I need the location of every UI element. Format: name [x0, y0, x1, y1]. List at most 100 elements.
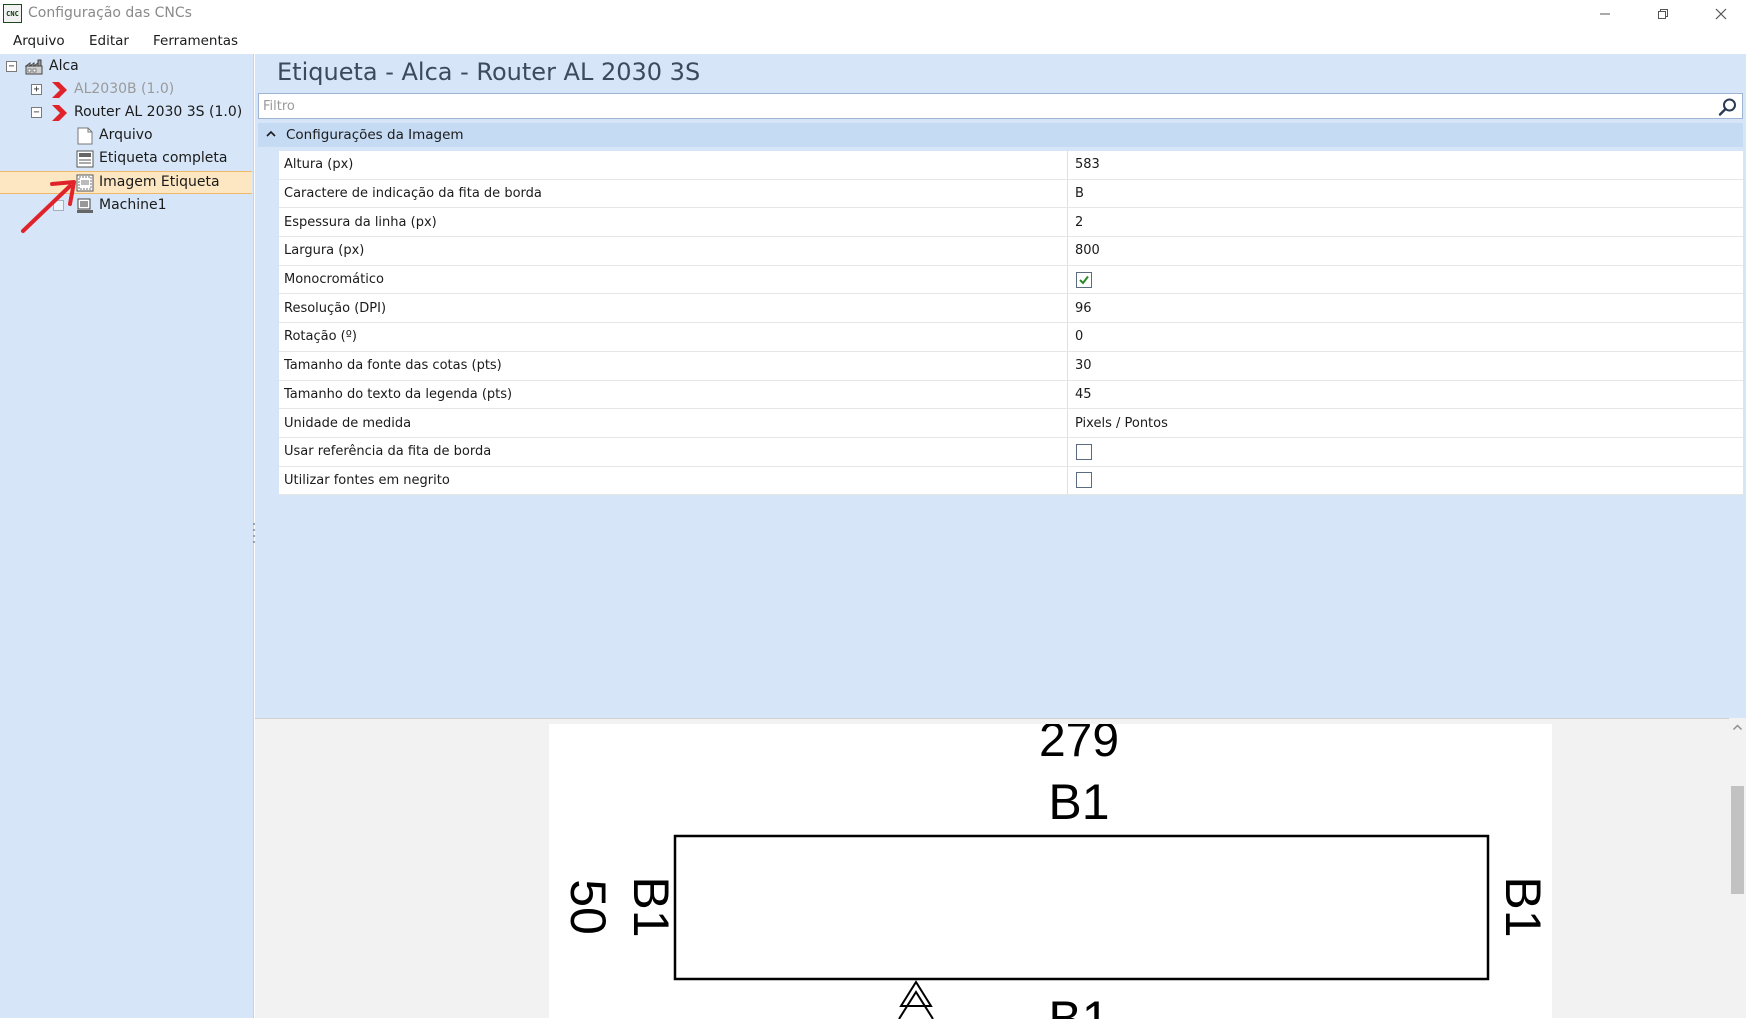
property-name: Usar referência da fita de borda [279, 437, 1068, 466]
label-preview: 279 B1 50 B1 B1 B1 [549, 724, 1552, 1019]
preview-panel: 279 B1 50 B1 B1 B1 [255, 718, 1746, 1019]
scrollbar-thumb[interactable] [1731, 786, 1744, 894]
tree-node-router-al-2030-3s[interactable]: − Router AL 2030 3S (1.0) [0, 102, 252, 124]
factory-icon [25, 59, 43, 75]
property-row[interactable]: Utilizar fontes em negrito [279, 466, 1743, 496]
top-dimension: 279 [1039, 724, 1119, 767]
property-value [1069, 438, 1743, 466]
property-name: Utilizar fontes em negrito [279, 466, 1068, 495]
label-drawing: 279 B1 50 B1 B1 B1 [560, 724, 1551, 1019]
property-row[interactable]: Resolução (DPI) 96 [279, 294, 1743, 324]
menu-ferramentas[interactable]: Ferramentas [153, 33, 238, 49]
expand-icon[interactable]: + [31, 84, 42, 95]
property-name: Rotação (º) [279, 323, 1068, 351]
property-value[interactable]: 583 [1069, 151, 1743, 179]
property-row[interactable]: Caractere de indicação da fita de borda … [279, 179, 1743, 209]
section-header-configuracoes[interactable]: Configurações da Imagem [258, 123, 1743, 147]
property-name: Caractere de indicação da fita de borda [279, 179, 1068, 208]
right-edge-label: B1 [1495, 876, 1551, 937]
minimize-button[interactable] [1576, 0, 1634, 28]
tree-label-alca: Alca [49, 58, 79, 74]
app-cnc-icon: CNC [3, 4, 22, 23]
chevron-up-icon[interactable] [1732, 722, 1743, 733]
property-row[interactable]: Altura (px) 583 [279, 151, 1743, 180]
tree-label-al2030b: AL2030B (1.0) [74, 81, 175, 97]
property-row[interactable]: Largura (px) 800 [279, 237, 1743, 266]
properties-panel: Etiqueta - Alca - Router AL 2030 3S Conf… [255, 54, 1746, 718]
section-label: Configurações da Imagem [286, 127, 464, 143]
monocromatico-checkbox[interactable] [1076, 271, 1092, 288]
property-row[interactable]: Tamanho da fonte das cotas (pts) 30 [279, 351, 1743, 381]
tree-node-arquivo[interactable]: Arquivo [0, 125, 252, 147]
minimize-icon [1600, 13, 1610, 15]
page-title: Etiqueta - Alca - Router AL 2030 3S [277, 58, 701, 86]
tree-node-alca[interactable]: − Alca [0, 56, 252, 78]
property-name: Tamanho da fonte das cotas (pts) [279, 351, 1068, 380]
close-button[interactable] [1692, 0, 1750, 28]
property-row[interactable]: Espessura da linha (px) 2 [279, 208, 1743, 238]
preview-scrollbar[interactable] [1729, 718, 1746, 1018]
annotation-arrow-icon [21, 180, 76, 233]
restore-button[interactable] [1634, 0, 1692, 28]
close-icon [1715, 8, 1727, 20]
menu-editar[interactable]: Editar [89, 33, 129, 49]
tree-label-etiqueta-completa: Etiqueta completa [99, 150, 228, 166]
property-name: Unidade de medida [279, 409, 1068, 437]
property-name: Altura (px) [279, 151, 1068, 179]
property-name: Tamanho do texto da legenda (pts) [279, 380, 1068, 409]
property-value[interactable]: Pixels / Pontos [1069, 409, 1743, 437]
tree-label-imagem-etiqueta: Imagem Etiqueta [99, 174, 220, 190]
label-document-icon [76, 150, 94, 168]
window-border [1746, 0, 1752, 1018]
property-row[interactable]: Tamanho do texto da legenda (pts) 45 [279, 380, 1743, 410]
collapse-icon[interactable]: − [31, 107, 42, 118]
tree-label-machine1: Machine1 [99, 197, 167, 213]
title-bar: CNC Configuração das CNCs [0, 0, 1752, 28]
property-value[interactable]: 30 [1069, 352, 1743, 380]
property-name: Resolução (DPI) [279, 294, 1068, 323]
left-edge-label: B1 [623, 876, 679, 937]
property-row[interactable]: Monocromático [279, 265, 1743, 295]
usar-referencia-checkbox[interactable] [1076, 443, 1092, 460]
tree-node-al2030b[interactable]: + AL2030B (1.0) [0, 79, 252, 101]
property-value [1069, 467, 1743, 495]
property-value[interactable]: 96 [1069, 294, 1743, 322]
router-chevron-icon [52, 82, 67, 98]
property-name: Monocromático [279, 265, 1068, 294]
checkmark-icon [1079, 275, 1089, 285]
chevron-up-icon[interactable] [265, 128, 277, 140]
router-chevron-icon [52, 105, 67, 121]
property-name: Largura (px) [279, 237, 1068, 265]
property-value [1069, 266, 1743, 294]
property-name: Espessura da linha (px) [279, 208, 1068, 237]
property-value[interactable]: 45 [1069, 381, 1743, 409]
restore-icon [1658, 9, 1668, 19]
left-dimension: 50 [560, 879, 616, 935]
property-row[interactable]: Rotação (º) 0 [279, 323, 1743, 352]
property-grid: Altura (px) 583 Caractere de indicação d… [279, 151, 1743, 496]
menu-arquivo[interactable]: Arquivo [13, 33, 65, 49]
search-icon[interactable] [1718, 97, 1738, 117]
property-value[interactable]: B [1069, 180, 1743, 208]
collapse-icon[interactable]: − [6, 61, 17, 72]
fontes-negrito-checkbox[interactable] [1076, 472, 1092, 489]
tree-label-router: Router AL 2030 3S (1.0) [74, 104, 243, 120]
window-title: Configuração das CNCs [28, 5, 192, 21]
tree-panel: − Alca + AL2030B (1.0) − Router AL 2030 … [0, 54, 254, 1018]
filter-input[interactable] [263, 97, 1703, 115]
filter-box[interactable] [258, 93, 1743, 119]
property-value[interactable]: 0 [1069, 323, 1743, 351]
orientation-marker-icon [899, 980, 933, 1007]
property-row[interactable]: Usar referência da fita de borda [279, 437, 1743, 467]
tree-node-etiqueta-completa[interactable]: Etiqueta completa [0, 148, 252, 170]
bottom-edge-label: B1 [1048, 991, 1109, 1019]
property-value[interactable]: 2 [1069, 208, 1743, 236]
window: CNC Configuração das CNCs Arquivo Editar… [0, 0, 1752, 1019]
menu-bar: Arquivo Editar Ferramentas [0, 30, 1752, 54]
property-row[interactable]: Unidade de medida Pixels / Pontos [279, 409, 1743, 438]
file-icon [77, 127, 93, 145]
property-value[interactable]: 800 [1069, 237, 1743, 265]
piece-outline [673, 834, 1490, 981]
top-edge-label: B1 [1048, 774, 1109, 830]
tree-label-arquivo: Arquivo [99, 127, 153, 143]
